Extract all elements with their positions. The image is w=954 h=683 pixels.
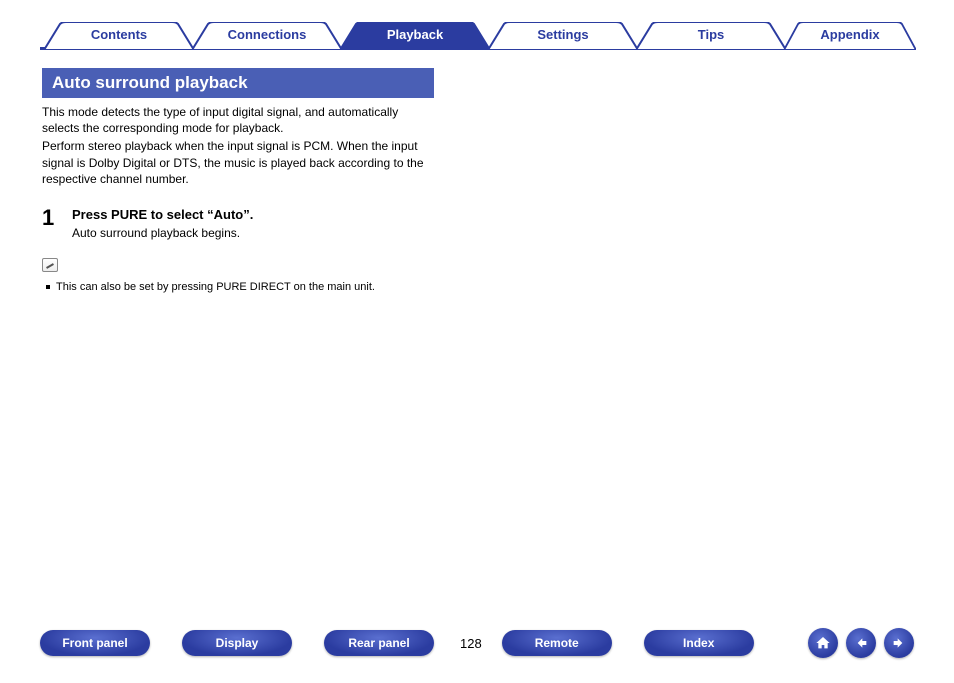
bottom-bar: Front panel Display Rear panel 128 Remot… <box>0 623 954 663</box>
step-desc: Auto surround playback begins. <box>72 226 253 240</box>
tab-connections[interactable]: Connections <box>192 22 342 50</box>
tab-label: Settings <box>537 27 588 42</box>
home-icon[interactable] <box>808 628 838 658</box>
next-page-icon[interactable] <box>884 628 914 658</box>
button-index[interactable]: Index <box>644 630 754 656</box>
note-item: This can also be set by pressing PURE DI… <box>56 281 458 293</box>
step-number: 1 <box>42 205 72 240</box>
tab-tips[interactable]: Tips <box>636 22 786 50</box>
tab-label: Playback <box>387 27 443 42</box>
button-front-panel[interactable]: Front panel <box>40 630 150 656</box>
section-para-2: Perform stereo playback when the input s… <box>42 138 434 187</box>
tab-label: Connections <box>228 27 307 42</box>
step-title: Press PURE to select “Auto”. <box>72 207 253 222</box>
tab-label: Tips <box>698 27 725 42</box>
top-tabbar: Contents Connections Playback Settings T… <box>0 10 954 50</box>
main-content: Auto surround playback This mode detects… <box>0 50 500 293</box>
section-title: Auto surround playback <box>42 68 434 98</box>
tab-appendix[interactable]: Appendix <box>784 22 916 50</box>
tab-settings[interactable]: Settings <box>488 22 638 50</box>
tab-contents[interactable]: Contents <box>44 22 194 50</box>
section-para-1: This mode detects the type of input digi… <box>42 104 434 136</box>
button-remote[interactable]: Remote <box>502 630 612 656</box>
tab-playback[interactable]: Playback <box>340 22 490 50</box>
tab-label: Appendix <box>820 27 879 42</box>
note-icon <box>42 258 58 272</box>
step-1: 1 Press PURE to select “Auto”. Auto surr… <box>42 205 458 240</box>
tab-label: Contents <box>91 27 147 42</box>
button-rear-panel[interactable]: Rear panel <box>324 630 434 656</box>
prev-page-icon[interactable] <box>846 628 876 658</box>
button-display[interactable]: Display <box>182 630 292 656</box>
page-number: 128 <box>460 636 482 651</box>
